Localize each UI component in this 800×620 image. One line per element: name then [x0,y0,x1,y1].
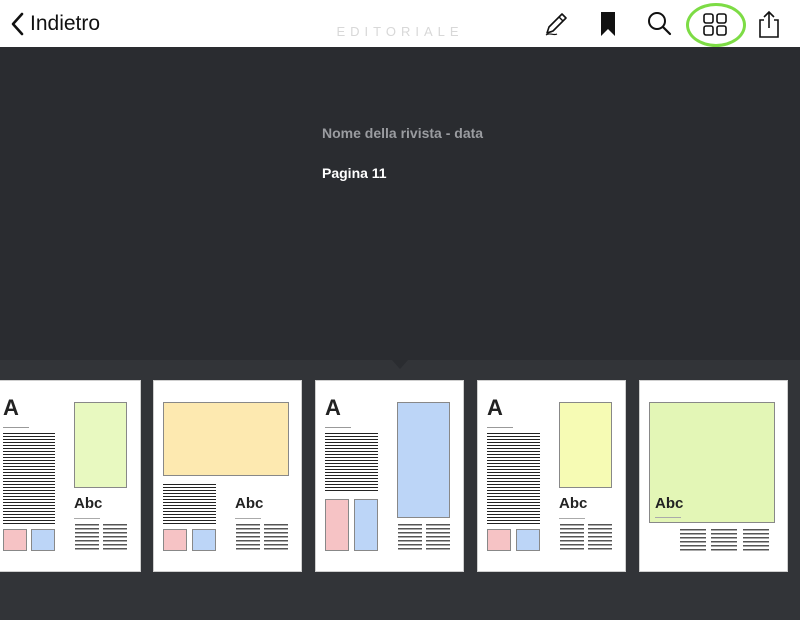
thumb-heading: A [325,395,341,420]
image-placeholder [397,402,450,518]
back-label: Indietro [30,12,101,35]
current-page-pointer [392,360,408,369]
text-block [264,524,288,551]
text-block [743,529,769,553]
toolbar: Indietro EDITORIALE [0,0,800,47]
image-placeholder [163,402,289,476]
text-block [325,433,378,491]
text-block [560,524,584,551]
image-placeholder [354,499,378,551]
image-placeholder [192,529,216,551]
image-placeholder [74,402,127,488]
page-thumbnail[interactable]: A [315,380,464,572]
image-placeholder [325,499,349,551]
page-thumbnail[interactable]: Abc [639,380,788,572]
search-icon[interactable] [643,8,675,40]
chevron-left-icon [11,12,24,36]
thumb-heading: A [487,395,503,420]
back-button[interactable]: Indietro [10,9,100,39]
page-viewer: Nome della rivista - data Pagina 11 [0,47,800,360]
text-block [680,529,706,553]
page-thumbnail[interactable]: A Abc [477,380,626,572]
caption-rule [235,518,261,519]
image-placeholder [487,529,511,551]
pencil-icon[interactable] [540,8,572,40]
bookmark-icon[interactable] [592,8,624,40]
page-thumbnail[interactable]: Abc [153,380,302,572]
image-placeholder [3,529,27,551]
heading-rule [487,427,513,428]
heading-rule [325,427,351,428]
text-block [588,524,612,551]
heading-rule [3,427,29,428]
thumb-caption: Abc [655,495,684,512]
text-block [103,524,127,551]
image-placeholder [559,402,612,488]
page-number: Pagina 11 [322,165,387,181]
image-placeholder [31,529,55,551]
share-icon[interactable] [753,8,785,40]
text-block [163,484,216,524]
magazine-title: Nome della rivista - data [322,125,484,141]
thumb-caption: Abc [559,495,588,512]
caption-rule [74,518,100,519]
highlight-circle [686,3,746,47]
text-block [487,433,540,525]
thumb-heading: A [3,395,19,420]
text-block [711,529,737,553]
thumb-caption: Abc [74,495,103,512]
text-block [236,524,260,551]
text-block [75,524,99,551]
caption-rule [655,517,681,518]
text-block [398,524,422,551]
text-block [426,524,450,551]
thumb-caption: Abc [235,495,264,512]
image-placeholder [163,529,187,551]
text-block [3,433,55,525]
image-placeholder [516,529,540,551]
caption-rule [559,518,585,519]
brand-watermark: EDITORIALE [336,24,464,39]
page-thumbnail[interactable]: A Abc [0,380,141,572]
